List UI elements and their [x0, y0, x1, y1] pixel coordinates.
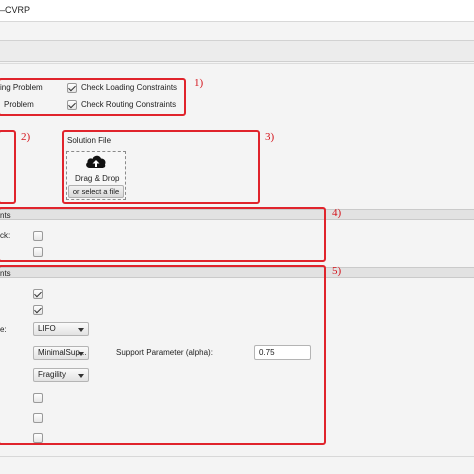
check-routing-label: Check Routing Constraints [81, 100, 177, 109]
divider [0, 456, 474, 457]
section5-row3-label: e: [0, 325, 7, 334]
annotation-box-2 [0, 130, 16, 204]
section5-row2-checkbox[interactable] [33, 305, 43, 315]
drag-drop-text: Drag & Drop [75, 174, 120, 183]
support-parameter-input[interactable]: 0.75 [254, 345, 311, 360]
annotation-label-1: 1) [194, 77, 204, 89]
check-loading-checkbox[interactable] [67, 83, 77, 93]
section4-row1-label: ck: [0, 231, 11, 240]
annotation-label-5: 5) [332, 265, 342, 277]
title-bar: –CVRP [0, 0, 474, 22]
routing-problem-label[interactable]: Problem [4, 100, 34, 109]
annotation-label-4: 4) [332, 207, 342, 219]
annotation-label-3: 3) [265, 131, 275, 143]
cloud-upload-icon [86, 155, 106, 168]
annotation-box-4 [0, 207, 326, 262]
chevron-down-icon [78, 328, 84, 332]
support-parameter-label: Support Parameter (alpha): [116, 348, 213, 357]
section5-row8-checkbox[interactable] [33, 433, 43, 443]
section5-row6-checkbox[interactable] [33, 393, 43, 403]
section5-row1-checkbox[interactable] [33, 289, 43, 299]
menu-bar [0, 40, 474, 62]
section5-row7-checkbox[interactable] [33, 413, 43, 423]
select-file-button[interactable]: or select a file [68, 185, 124, 198]
loading-strategy-select[interactable]: LIFO [33, 322, 89, 336]
loading-problem-label[interactable]: ing Problem [0, 83, 43, 92]
divider [0, 63, 474, 64]
annotation-label-2: 2) [21, 131, 31, 143]
check-loading-label: Check Loading Constraints [81, 83, 178, 92]
check-routing-checkbox[interactable] [67, 100, 77, 110]
chevron-down-icon [78, 374, 84, 378]
section4-row2-checkbox[interactable] [33, 247, 43, 257]
solution-file-label: Solution File [67, 136, 112, 145]
fragility-value: Fragility [38, 370, 67, 379]
fragility-select[interactable]: Fragility [33, 368, 89, 382]
support-type-select[interactable]: MinimalSup... [33, 346, 89, 360]
chevron-down-icon [78, 352, 84, 356]
window-title: –CVRP [0, 5, 31, 15]
section4-row1-checkbox[interactable] [33, 231, 43, 241]
loading-strategy-value: LIFO [38, 324, 56, 333]
